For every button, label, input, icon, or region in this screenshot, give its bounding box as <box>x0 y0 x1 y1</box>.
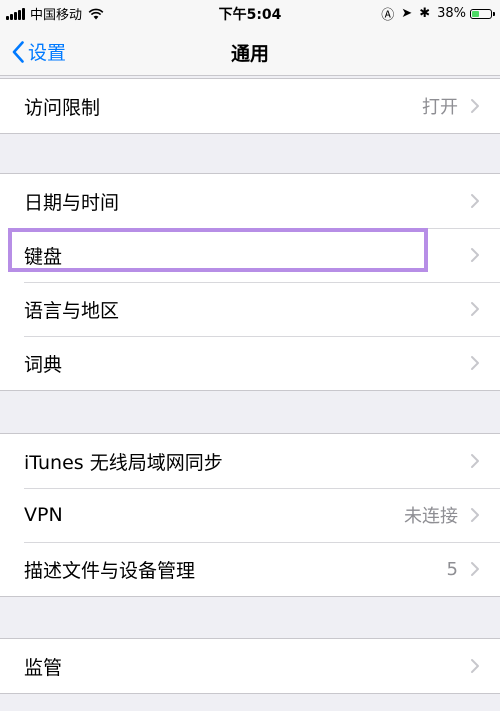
chevron-right-icon <box>471 99 479 113</box>
chevron-right-icon <box>471 302 479 316</box>
battery-percent: 38% <box>437 6 466 21</box>
row-label: 描述文件与设备管理 <box>24 559 196 582</box>
settings-group-supervision: 监管 <box>0 638 500 694</box>
chevron-right-icon <box>471 248 479 262</box>
settings-group-restrictions: 访问限制 打开 <box>0 78 500 134</box>
row-vpn[interactable]: VPN 未连接 <box>0 488 500 542</box>
row-date-time[interactable]: 日期与时间 <box>0 174 500 228</box>
row-itunes-wifi-sync[interactable]: iTunes 无线局域网同步 <box>0 434 500 488</box>
row-label: 访问限制 <box>24 96 101 119</box>
row-detail: 5 <box>446 558 458 580</box>
row-detail: 未连接 <box>404 506 458 527</box>
row-label: 词典 <box>24 353 63 376</box>
settings-group-network: iTunes 无线局域网同步 VPN 未连接 描述文件与设备管理 5 <box>0 433 500 597</box>
row-detail: 打开 <box>422 97 458 118</box>
row-label: 语言与地区 <box>24 299 120 322</box>
row-label: 键盘 <box>24 245 63 268</box>
chevron-right-icon <box>471 508 479 522</box>
chevron-right-icon <box>471 659 479 673</box>
row-keyboard[interactable]: 键盘 <box>0 228 500 282</box>
status-right: Ⓐ ➤ ✱ 38% <box>381 4 495 23</box>
location-icon: ➤ <box>401 6 413 21</box>
chevron-right-icon <box>471 454 479 468</box>
chevron-right-icon <box>471 356 479 370</box>
row-label: 日期与时间 <box>24 191 120 214</box>
location-lock-icon: Ⓐ <box>381 8 395 23</box>
battery-icon <box>470 8 495 19</box>
status-bar: 中国移动 下午5:04 Ⓐ ➤ ✱ 38% <box>0 0 500 26</box>
chevron-right-icon <box>471 194 479 208</box>
chevron-right-icon <box>471 562 479 576</box>
row-label: 监管 <box>24 656 63 679</box>
bluetooth-icon: ✱ <box>419 6 431 21</box>
row-dictionary[interactable]: 词典 <box>0 336 500 390</box>
battery-fill <box>472 10 479 17</box>
navigation-bar: 设置 通用 <box>0 26 500 76</box>
row-label: VPN <box>24 504 63 526</box>
settings-group-input: 日期与时间 键盘 语言与地区 词典 <box>0 173 500 391</box>
row-restrictions[interactable]: 访问限制 打开 <box>0 79 500 133</box>
page-title: 通用 <box>230 43 269 65</box>
row-supervision[interactable]: 监管 <box>0 639 500 693</box>
row-label: iTunes 无线局域网同步 <box>24 451 223 474</box>
row-language-region[interactable]: 语言与地区 <box>0 282 500 336</box>
row-profiles-device-management[interactable]: 描述文件与设备管理 5 <box>0 542 500 596</box>
